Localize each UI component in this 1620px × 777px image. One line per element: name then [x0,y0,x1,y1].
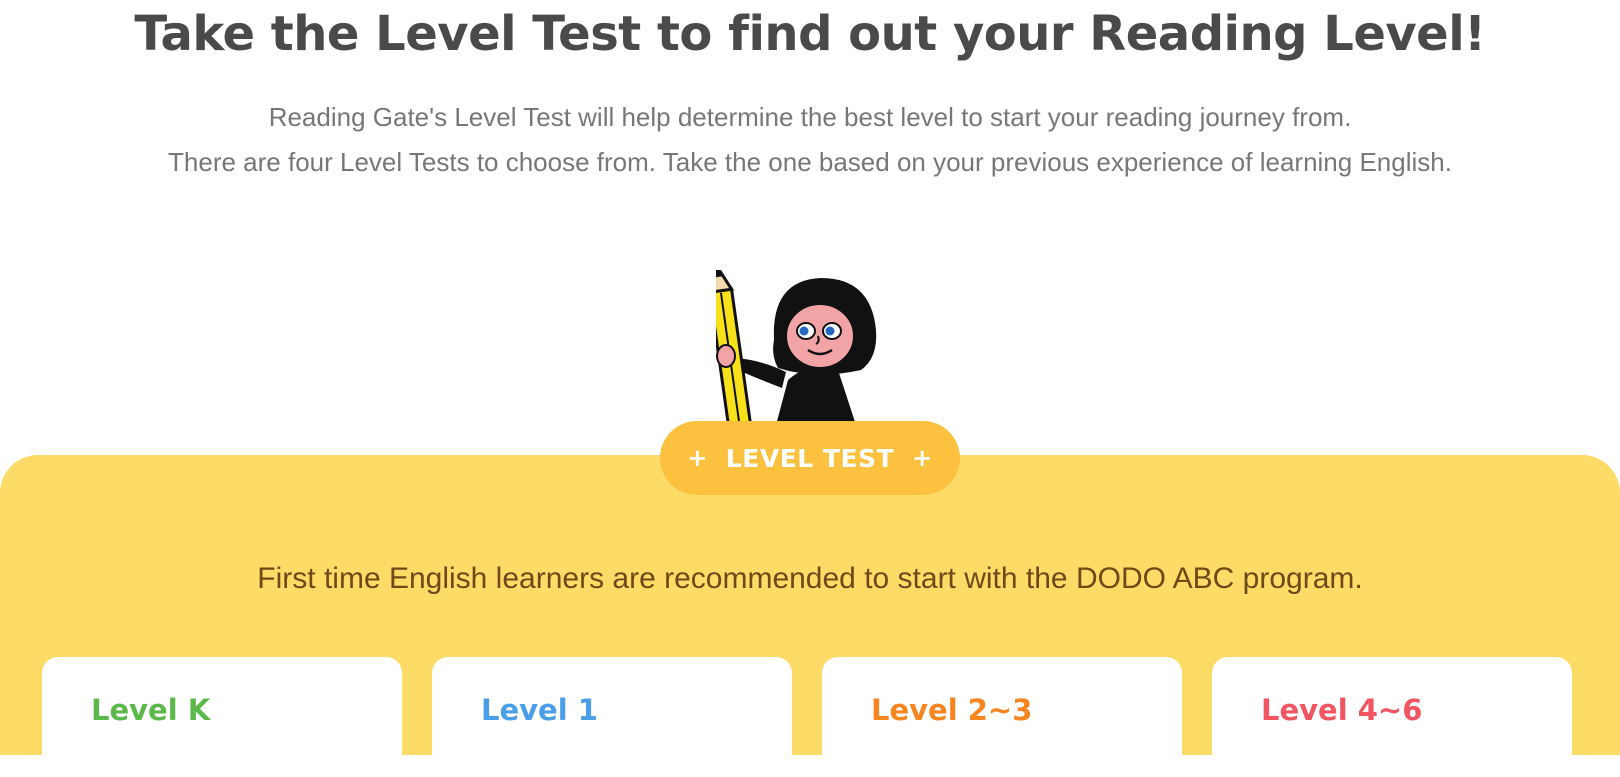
level-card-4-6[interactable]: Level 4~6 [1212,657,1572,777]
level-test-badge[interactable]: + LEVEL TEST + [660,421,960,495]
mascot-with-pencil-illustration [716,270,877,425]
level-card-k[interactable]: Level K [42,657,402,777]
plus-icon: + [687,444,708,472]
intro-text-line-2: There are four Level Tests to choose fro… [168,147,1452,177]
page-title: Take the Level Test to find out your Rea… [134,6,1486,62]
recommendation-text: First time English learners are recommen… [257,562,1363,595]
level-card-label: Level 4~6 [1261,693,1423,727]
level-test-badge-label: LEVEL TEST [725,443,895,473]
level-card-label: Level 2~3 [871,693,1033,727]
plus-icon: + [912,444,933,472]
level-card-2-3[interactable]: Level 2~3 [822,657,1182,777]
level-card-label: Level K [91,693,211,727]
level-card-1[interactable]: Level 1 [432,657,792,777]
level-card-label: Level 1 [481,693,598,727]
intro-text-line-1: Reading Gate's Level Test will help dete… [268,102,1352,132]
